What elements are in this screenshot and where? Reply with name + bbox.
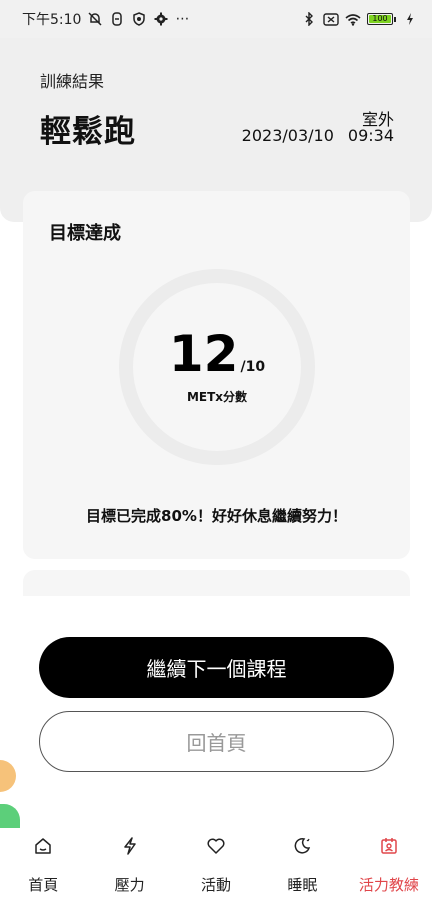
score-target: /10 [240,359,266,375]
status-bar: 下午5:10 ⋯ 100 [0,0,432,38]
nav-label-home: 首頁 [28,876,59,894]
nav-label-sleep: 睡眠 [287,876,318,894]
goal-title: 目標達成 [49,223,121,244]
mute-bell-icon [87,11,103,27]
back-home-button[interactable]: 回首頁 [39,711,394,772]
goal-card: 目標達成 12/10 METx分數 目標已完成80%！好好休息繼續努力！ [23,191,410,559]
training-time: 09:34 [347,126,394,145]
shield-icon [131,11,147,27]
moon-icon [292,836,312,856]
lightning-icon [120,836,140,856]
bluetooth-icon [301,11,317,27]
nav-label-coach: 活力教練 [358,876,419,894]
status-time: 下午5:10 [22,12,82,28]
nav-item-stress[interactable]: 壓力 [86,828,172,904]
sim-off-icon [323,11,339,27]
nav-item-coach[interactable]: 活力教練 [346,828,432,904]
content-fade [0,596,432,626]
status-left: 下午5:10 ⋯ [22,9,189,29]
page-label: 訓練結果 [40,72,105,91]
next-card-preview [23,570,410,596]
score-ring-inner: 12/10 METx分數 [133,283,301,451]
nav-item-sleep[interactable]: 睡眠 [259,828,345,904]
battery-level: 100 [369,15,391,23]
training-date: 2023/03/10 [241,126,334,145]
goal-message: 目標已完成80%！好好休息繼續努力！ [86,507,347,525]
battery-cap [394,16,396,22]
nav-item-home[interactable]: 首頁 [0,828,86,904]
floating-widget-top[interactable] [0,760,16,792]
score-label: METx分數 [186,390,248,404]
gear-icon [153,11,169,27]
nav-item-activity[interactable]: 活動 [173,828,259,904]
home-icon [33,836,53,856]
wifi-icon [345,11,361,27]
score-ring: 12/10 METx分數 [119,269,315,465]
next-course-button[interactable]: 繼續下一個課程 [39,637,394,698]
nav-label-stress: 壓力 [114,876,145,894]
coach-icon [379,836,399,856]
score-value: 12/10 [133,329,301,379]
battery-icon: 100 [367,13,396,25]
heart-icon [206,836,226,856]
nav-label-activity: 活動 [201,876,232,894]
score-number: 12 [168,325,239,383]
bottom-nav: 首頁 壓力 活動 睡眠 活力教練 [0,828,432,904]
charging-icon [402,11,418,27]
more-notifications: ⋯ [175,11,190,27]
page-title: 輕鬆跑 [40,114,136,150]
battery-body: 100 [367,13,393,25]
training-datetime: 2023/03/10 09:34 [242,126,394,145]
sync-icon [109,11,125,27]
status-right: 100 [301,11,418,27]
